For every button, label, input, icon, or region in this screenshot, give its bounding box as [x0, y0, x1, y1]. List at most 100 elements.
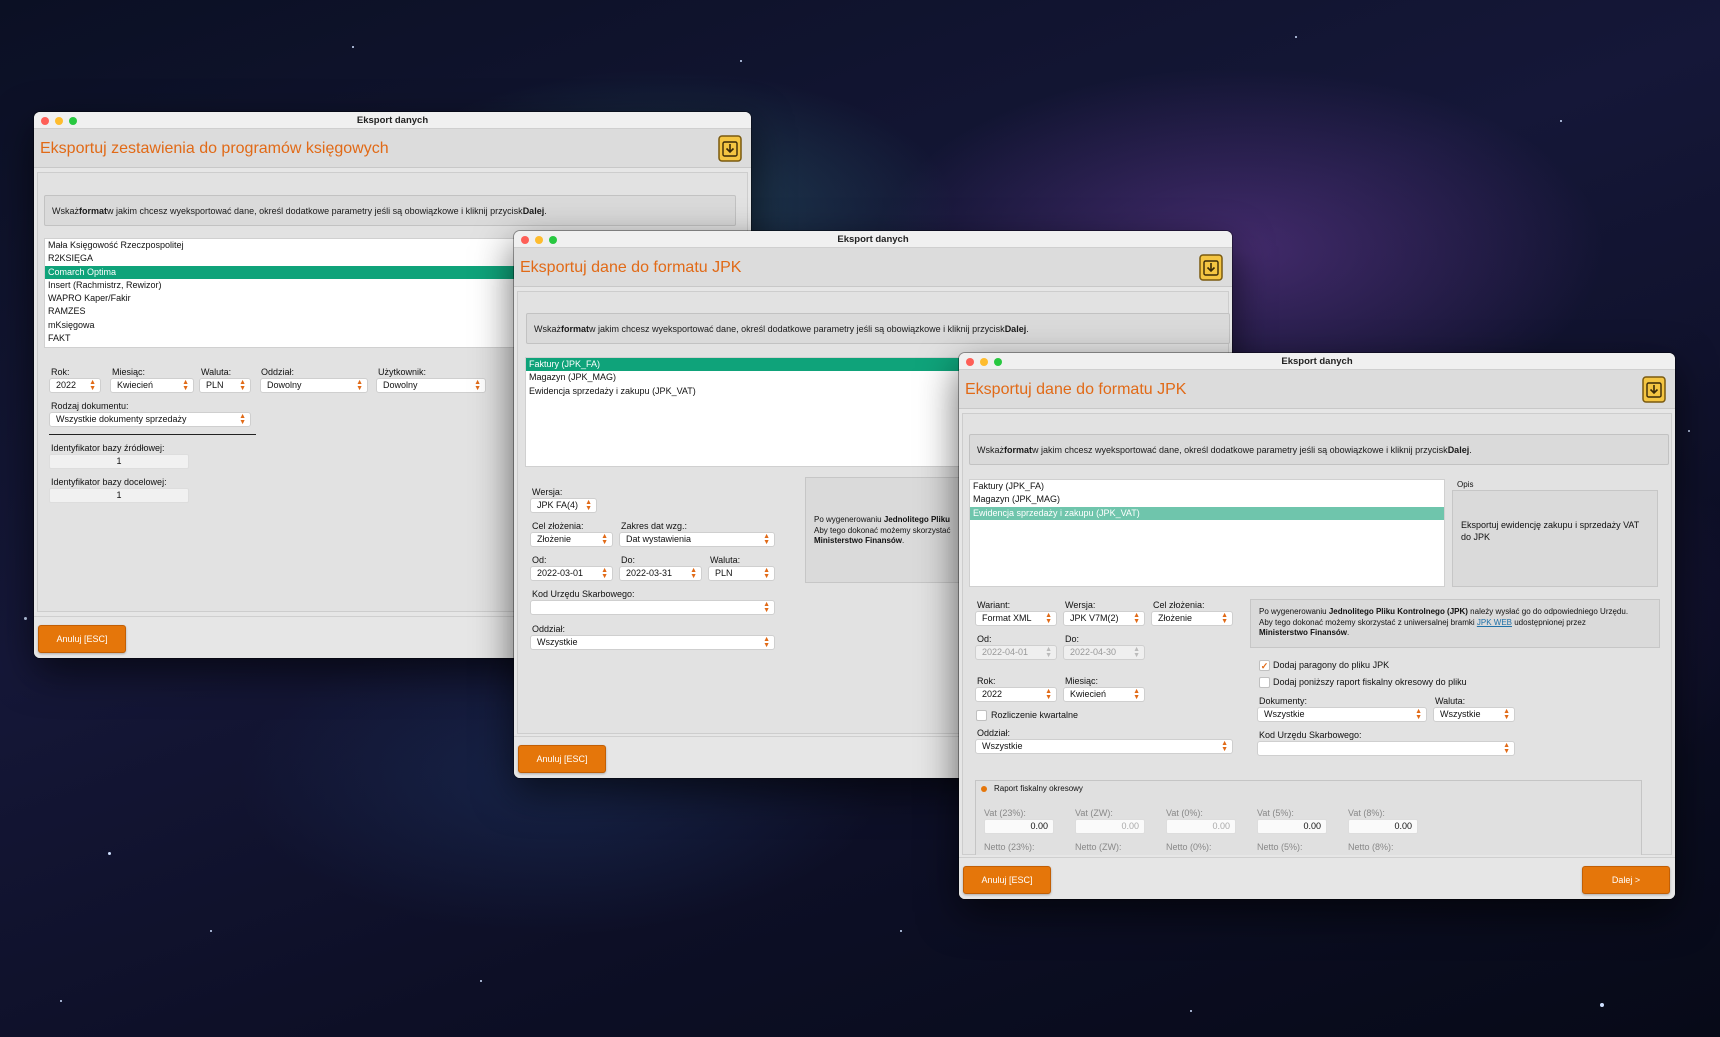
currency-select[interactable]: Wszystkie ▲ ▼	[1433, 707, 1515, 722]
info-bold: Jednolitego Pliku	[883, 515, 951, 524]
info-bold: Jednolitego Pliku Kontrolnego (JPK)	[1328, 607, 1468, 616]
user-value: Dowolny	[383, 380, 418, 390]
user-select[interactable]: Dowolny ▲ ▼	[376, 378, 486, 393]
info-text-line2: Aby tego dokonać możemy skorzystać z uni…	[1259, 617, 1477, 627]
stepper-arrows-icon: ▲ ▼	[182, 379, 189, 392]
month-select[interactable]: Kwiecień ▲ ▼	[1063, 687, 1145, 702]
year-select[interactable]: 2022 ▲ ▼	[975, 687, 1057, 702]
fiscal-report-checkbox[interactable]	[1259, 677, 1270, 688]
stepper-arrows-icon: ▲ ▼	[1045, 688, 1052, 701]
date-range-value: Dat wystawienia	[626, 534, 692, 544]
quarterly-checkbox[interactable]	[976, 710, 987, 721]
receipts-checkbox[interactable]: ✓	[1259, 660, 1270, 671]
stepper-arrows-icon: ▲ ▼	[1133, 688, 1140, 701]
description-text: Eksportuj ewidencję zakupu i sprzedaży V…	[1461, 520, 1640, 542]
version-select[interactable]: JPK V7M(2) ▲ ▼	[1063, 611, 1145, 626]
to-date-field[interactable]: 2022-04-30 ▲ ▼	[1063, 645, 1145, 660]
close-window-button[interactable]	[966, 357, 974, 366]
close-window-button[interactable]	[41, 116, 49, 125]
from-date-field[interactable]: 2022-03-01 ▲ ▼	[530, 566, 613, 581]
branch-select[interactable]: Dowolny ▲ ▼	[260, 378, 368, 393]
instruction-text-end: .	[1026, 323, 1029, 334]
minimize-window-button[interactable]	[980, 357, 988, 366]
export-window-jpk-vat: Eksport danych Eksportuj dane do formatu…	[959, 353, 1675, 899]
purpose-select[interactable]: Złożenie ▲ ▼	[1151, 611, 1233, 626]
from-date-field[interactable]: 2022-04-01 ▲ ▼	[975, 645, 1057, 660]
version-select[interactable]: JPK FA(4) ▲ ▼	[530, 498, 597, 513]
documents-value: Wszystkie	[1264, 709, 1305, 719]
branch-select[interactable]: Wszystkie ▲ ▼	[975, 739, 1233, 754]
list-item[interactable]: Ewidencja sprzedaży i zakupu (JPK_VAT)	[970, 506, 1444, 520]
next-button[interactable]: Dalej >	[1582, 866, 1670, 894]
month-select[interactable]: Kwiecień ▲ ▼	[110, 378, 194, 393]
format-list[interactable]: Faktury (JPK_FA) Magazyn (JPK_MAG) Ewide…	[969, 479, 1445, 587]
version-value: JPK V7M(2)	[1070, 613, 1119, 623]
fiscal-report-group: Raport fiskalny okresowy Vat (23%): 0.00…	[975, 780, 1642, 855]
version-value: JPK FA(4)	[537, 500, 579, 510]
cancel-button[interactable]: Anuluj [ESC]	[38, 625, 126, 653]
info-bold-ministry: Ministerstwo Finansów	[814, 536, 903, 545]
cancel-button[interactable]: Anuluj [ESC]	[963, 866, 1051, 894]
stepper-arrows-icon: ▲ ▼	[239, 413, 246, 426]
cancel-button[interactable]: Anuluj [ESC]	[518, 745, 606, 773]
from-label: Od:	[532, 555, 547, 565]
title-bar[interactable]: Eksport danych	[959, 353, 1675, 370]
branch-value: Wszystkie	[982, 741, 1023, 751]
minimize-window-button[interactable]	[535, 235, 543, 244]
instruction-text-mid: w jakim chcesz wyeksportować dane, okreś…	[589, 323, 1005, 334]
vat-zw-input[interactable]: 0.00	[1075, 819, 1145, 834]
tax-office-select[interactable]: ▲ ▼	[530, 600, 775, 615]
variant-value: Format XML	[982, 613, 1032, 623]
jpk-web-link[interactable]: JPK WEB	[1477, 618, 1512, 627]
vat-23-input[interactable]: 0.00	[984, 819, 1054, 834]
vat-8-input[interactable]: 0.00	[1348, 819, 1418, 834]
branch-label: Oddział:	[977, 728, 1011, 738]
target-id-input[interactable]: 1	[49, 488, 189, 503]
vat-0-input[interactable]: 0.00	[1166, 819, 1236, 834]
to-date-field[interactable]: 2022-03-31 ▲ ▼	[619, 566, 702, 581]
stepper-arrows-icon: ▲ ▼	[1503, 708, 1510, 721]
purpose-label: Cel złożenia:	[1153, 600, 1205, 610]
title-bar[interactable]: Eksport danych	[514, 231, 1232, 248]
info-bold-ministry: Ministerstwo Finansów	[1259, 628, 1348, 637]
source-id-input[interactable]: 1	[49, 454, 189, 469]
doc-type-select[interactable]: Wszystkie dokumenty sprzedaży ▲ ▼	[49, 412, 251, 427]
variant-select[interactable]: Format XML ▲ ▼	[975, 611, 1057, 626]
year-select[interactable]: 2022 ▲ ▼	[49, 378, 101, 393]
minimize-window-button[interactable]	[55, 116, 63, 125]
netto-8-label: Netto (8%):	[1348, 842, 1394, 852]
zoom-window-button[interactable]	[994, 357, 1002, 366]
branch-value: Wszystkie	[537, 637, 578, 647]
documents-select[interactable]: Wszystkie ▲ ▼	[1257, 707, 1427, 722]
zoom-window-button[interactable]	[69, 116, 77, 125]
list-item[interactable]: Magazyn (JPK_MAG)	[970, 493, 1444, 506]
tax-office-select[interactable]: ▲ ▼	[1257, 741, 1515, 756]
date-range-label: Zakres dat wzg.:	[621, 521, 688, 531]
currency-select[interactable]: PLN ▲ ▼	[199, 378, 251, 393]
version-label: Wersja:	[1065, 600, 1096, 610]
tax-office-label: Kod Urzędu Skarbowego:	[1259, 730, 1362, 740]
to-label: Do:	[1065, 634, 1080, 644]
currency-select[interactable]: PLN ▲ ▼	[708, 566, 775, 581]
info-text-after-link: udostępnionej przez	[1512, 617, 1586, 627]
close-window-button[interactable]	[521, 235, 529, 244]
stepper-arrows-icon: ▲ ▼	[239, 379, 246, 392]
list-item[interactable]: Faktury (JPK_FA)	[970, 480, 1444, 493]
month-value: Kwiecień	[117, 380, 154, 390]
purpose-select[interactable]: Złożenie ▲ ▼	[530, 532, 613, 547]
title-bar[interactable]: Eksport danych	[34, 112, 751, 129]
zoom-window-button[interactable]	[549, 235, 557, 244]
target-id-label: Identyfikator bazy docelowej:	[51, 477, 167, 487]
user-label: Użytkownik:	[378, 367, 427, 377]
branch-select[interactable]: Wszystkie ▲ ▼	[530, 635, 775, 650]
instruction-text-mid: w jakim chcesz wyeksportować dane, okreś…	[1032, 444, 1448, 455]
instruction-box: Wskaż format w jakim chcesz wyeksportowa…	[526, 313, 1230, 344]
branch-value: Dowolny	[267, 380, 302, 390]
vat-5-input[interactable]: 0.00	[1257, 819, 1327, 834]
date-range-select[interactable]: Dat wystawienia ▲ ▼	[619, 532, 775, 547]
currency-value: Wszystkie	[1440, 709, 1481, 719]
currency-value: PLN	[715, 568, 733, 578]
dialog-header: Eksportuj dane do formatu JPK	[514, 248, 1232, 287]
to-date-value: 2022-03-31	[626, 568, 673, 578]
instruction-bold-next: Dalej	[522, 205, 545, 216]
